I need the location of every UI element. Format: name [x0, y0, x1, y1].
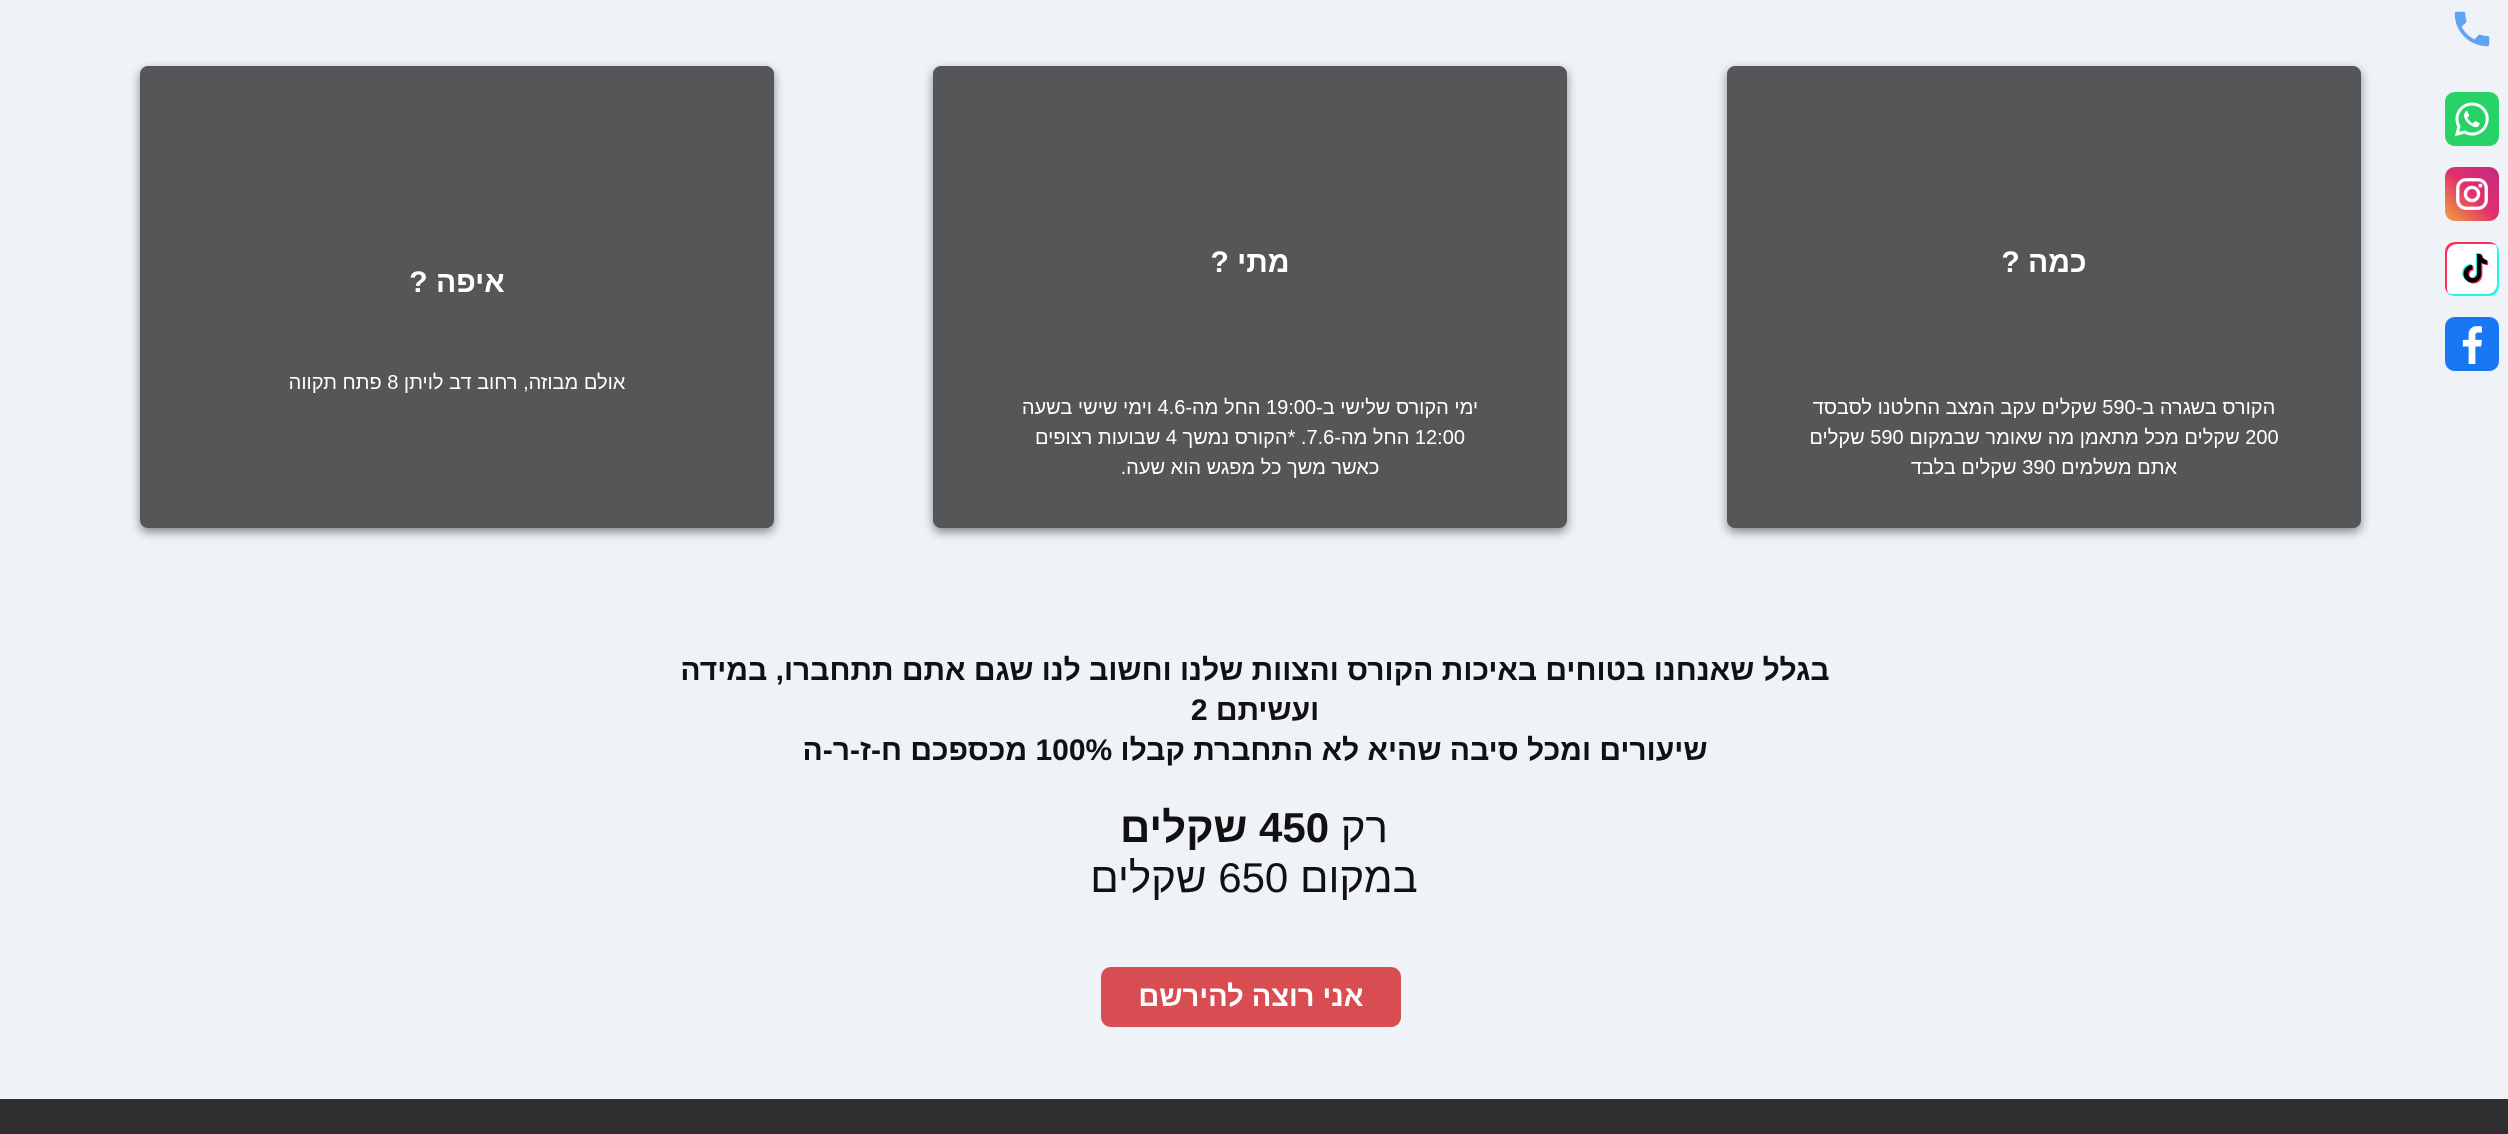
guarantee-line: שיעורים ומכל סיבה שהיא לא התחברת קבלו 10… [802, 734, 1708, 767]
register-button[interactable]: אני רוצה להירשם [1101, 967, 1401, 1027]
card-title: מתי ? [1210, 246, 1290, 279]
footer [0, 1099, 2508, 1134]
card-body-line: כאשר משך כל מפגש הוא שעה. [1120, 457, 1380, 479]
phone-button[interactable] [2445, 2, 2499, 56]
facebook-button[interactable] [2445, 317, 2499, 371]
card-body-line: אתם משלמים 390 שקלים בלבד [1910, 457, 2178, 479]
whatsapp-icon [2454, 102, 2489, 137]
guarantee-line: בגלל שאנחנו בטוחים באיכות הקורס והצוות ש… [680, 654, 1830, 727]
card-body-line: 200 שקלים מכל מתאמן מה שאומר שבמקום 590 … [1809, 427, 2279, 449]
card-body-line: הקורס בשגרה ב-590 שקלים עקב המצב החלטנו … [1812, 397, 2276, 419]
price-instead: במקום 650 שקלים [1090, 854, 1418, 901]
facebook-icon [2462, 326, 2482, 364]
card-body-line: ימי הקורס שלישי ב-19:00 החל מה-4.6 וימי … [1021, 397, 1479, 419]
instagram-icon [2456, 178, 2488, 210]
price-block: רק 450 שקלים במקום 650 שקלים [0, 803, 2508, 903]
card-title: כמה ? [2001, 246, 2087, 279]
card-title: איפה ? [409, 266, 505, 299]
card-body: ימי הקורס שלישי ב-19:00 החל מה-4.6 וימי … [993, 393, 1507, 483]
guarantee-text: בגלל שאנחנו בטוחים באיכות הקורס והצוות ש… [640, 651, 1870, 771]
whatsapp-button[interactable] [2445, 92, 2499, 146]
price-line: רק 450 שקלים [0, 803, 2508, 853]
card-body-line: אולם מבוזה, רחוב דב לויתן 8 פתח תקווה [288, 372, 626, 394]
price-prefix: רק [1340, 804, 1388, 851]
card-when: מתי ? ימי הקורס שלישי ב-19:00 החל מה-4.6… [933, 66, 1567, 528]
page: איפה ? אולם מבוזה, רחוב דב לויתן 8 פתח ת… [0, 0, 2508, 1134]
instagram-button[interactable] [2445, 167, 2499, 221]
phone-icon [2454, 11, 2490, 47]
tiktok-button[interactable] [2445, 242, 2499, 296]
card-howmuch: כמה ? הקורס בשגרה ב-590 שקלים עקב המצב ה… [1727, 66, 2361, 528]
tiktok-icon [2462, 253, 2489, 284]
card-body: אולם מבוזה, רחוב דב לויתן 8 פתח תקווה [200, 368, 714, 398]
price-amount: 450 שקלים [1119, 804, 1330, 851]
card-where: איפה ? אולם מבוזה, רחוב דב לויתן 8 פתח ת… [140, 66, 774, 528]
card-body-line: 12:00 החל מה-7.6. *הקורס נמשך 4 שבועות ר… [1035, 427, 1465, 449]
card-body: הקורס בשגרה ב-590 שקלים עקב המצב החלטנו … [1787, 393, 2301, 483]
